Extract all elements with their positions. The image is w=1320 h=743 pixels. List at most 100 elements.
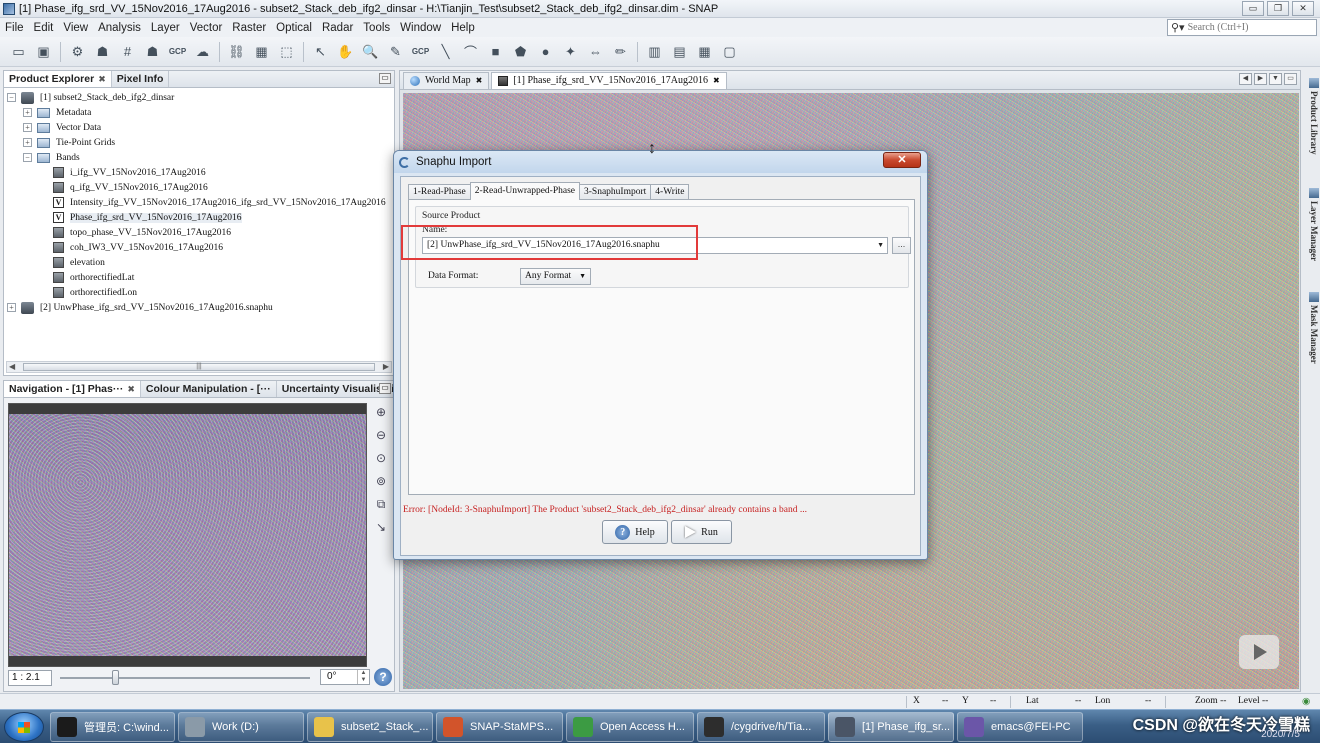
- zoom-all-icon[interactable]: ⊚: [372, 472, 390, 490]
- polygon-draw-icon[interactable]: ⬟: [511, 42, 531, 62]
- range-finder-icon[interactable]: ⇔: [586, 42, 606, 62]
- zoom-slider-knob[interactable]: [112, 670, 119, 685]
- pencil-icon[interactable]: ✏: [611, 42, 631, 62]
- mask-icon[interactable]: ☁: [193, 42, 213, 62]
- rotation-angle-field[interactable]: 0° ▲ ▼: [320, 669, 370, 685]
- tab-read-phase[interactable]: 1-Read-Phase: [408, 184, 471, 200]
- menu-view[interactable]: View: [58, 22, 93, 34]
- mask-manager-side-tab[interactable]: Mask Manager: [1304, 292, 1319, 364]
- menu-window[interactable]: Window: [395, 22, 446, 34]
- layer-manager-side-tab[interactable]: Layer Manager: [1304, 188, 1319, 261]
- menu-tools[interactable]: Tools: [358, 22, 395, 34]
- dialog-title-bar[interactable]: Snaphu Import ✕: [394, 151, 927, 173]
- tree-product-2[interactable]: + [2] UnwPhase_ifg_srd_VV_15Nov2016_17Aug…: [7, 300, 273, 315]
- filter-icon[interactable]: ☗: [93, 42, 113, 62]
- taskbar-item-cmd[interactable]: 管理员: C:\wind...: [50, 712, 175, 742]
- video-play-icon[interactable]: [1239, 635, 1279, 669]
- next-document-icon[interactable]: ▶: [1254, 73, 1267, 85]
- select-tool-icon[interactable]: ↖: [311, 42, 331, 62]
- prev-document-icon[interactable]: ◀: [1239, 73, 1252, 85]
- minimize-button[interactable]: ▭: [1242, 1, 1264, 16]
- document-list-icon[interactable]: ▼: [1269, 73, 1282, 85]
- menu-optical[interactable]: Optical: [271, 22, 317, 34]
- tree-bands[interactable]: − Bands: [23, 150, 80, 165]
- pin-tool-icon[interactable]: ✎: [386, 42, 406, 62]
- close-tab-icon[interactable]: ✖: [98, 72, 106, 87]
- magic-wand-icon[interactable]: ✦: [561, 42, 581, 62]
- dialog-close-button[interactable]: ✕: [883, 152, 921, 168]
- data-format-select[interactable]: Any Format ▼: [520, 268, 591, 285]
- zoom-out-icon[interactable]: ⊖: [372, 426, 390, 444]
- scroll-right-icon[interactable]: ▶: [383, 362, 389, 371]
- close-tab-icon[interactable]: ✖: [713, 73, 720, 89]
- tree-band-item[interactable]: q_ifg_VV_15Nov2016_17Aug2016: [53, 180, 208, 195]
- tile-vertical-icon[interactable]: ▤: [670, 42, 690, 62]
- tab-phase-image[interactable]: [1] Phase_ifg_srd_VV_15Nov2016_17Aug2016…: [491, 72, 727, 89]
- close-tab-icon[interactable]: ✖: [476, 73, 483, 89]
- zoom-factor-field[interactable]: 1 : 2.1: [8, 670, 52, 686]
- browse-product-button[interactable]: ...: [892, 237, 911, 254]
- zoom-in-icon[interactable]: ⊕: [372, 403, 390, 421]
- line-draw-icon[interactable]: ╲: [436, 42, 456, 62]
- help-icon[interactable]: ?: [374, 668, 392, 686]
- menu-analysis[interactable]: Analysis: [93, 22, 146, 34]
- sync-views-icon[interactable]: ⧉: [372, 495, 390, 513]
- tree-band-item[interactable]: coh_IW3_VV_15Nov2016_17Aug2016: [53, 240, 223, 255]
- batch-processing-icon[interactable]: ▦: [252, 42, 272, 62]
- close-tab-icon[interactable]: ✖: [127, 382, 135, 397]
- gcp-placing-icon[interactable]: GCP: [411, 42, 431, 62]
- pan-tool-icon[interactable]: ✋: [336, 42, 356, 62]
- maximize-button[interactable]: ❐: [1267, 1, 1289, 16]
- spinner-icon[interactable]: ▲ ▼: [357, 670, 369, 684]
- tab-navigation[interactable]: Navigation - [1] Phas··· ✖: [4, 381, 141, 397]
- gcp-tool-icon[interactable]: GCP: [168, 42, 188, 62]
- taskbar-item-cygwin[interactable]: /cygdrive/h/Tia...: [697, 712, 825, 742]
- menu-radar[interactable]: Radar: [317, 22, 358, 34]
- menu-file[interactable]: File: [0, 22, 29, 34]
- tab-colour-manipulation[interactable]: Colour Manipulation - [···: [141, 381, 277, 397]
- taskbar-item-chrome[interactable]: Open Access H...: [566, 712, 694, 742]
- tree-band-item[interactable]: topo_phase_VV_15Nov2016_17Aug2016: [53, 225, 231, 240]
- tab-product-explorer[interactable]: Product Explorer ✖: [4, 71, 112, 87]
- graph-builder-icon[interactable]: ⛓: [227, 42, 247, 62]
- taskbar-item-powerpoint[interactable]: SNAP-StaMPS...: [436, 712, 563, 742]
- menu-raster[interactable]: Raster: [227, 22, 271, 34]
- menu-vector[interactable]: Vector: [185, 22, 228, 34]
- close-window-button[interactable]: ✕: [1292, 1, 1314, 16]
- help-button[interactable]: ? Help: [602, 520, 668, 544]
- taskbar-item-explorer[interactable]: Work (D:): [178, 712, 304, 742]
- band-maths-icon[interactable]: ⚙: [68, 42, 88, 62]
- open-product-icon[interactable]: ▭: [9, 42, 29, 62]
- ellipse-draw-icon[interactable]: ●: [536, 42, 556, 62]
- scroll-thumb[interactable]: |||: [23, 363, 375, 371]
- start-button[interactable]: [4, 712, 44, 742]
- search-input[interactable]: [1187, 22, 1308, 33]
- scroll-left-icon[interactable]: ◀: [9, 362, 15, 371]
- tree-product-1[interactable]: − [1] subset2_Stack_deb_ifg2_dinsar: [7, 90, 174, 105]
- rectangle-draw-icon[interactable]: ■: [486, 42, 506, 62]
- tree-vector-data[interactable]: + Vector Data: [23, 120, 101, 135]
- tree-band-item[interactable]: elevation: [53, 255, 105, 270]
- graph-icon[interactable]: ☗: [143, 42, 163, 62]
- tab-world-map[interactable]: World Map ✖: [403, 72, 490, 89]
- menu-layer[interactable]: Layer: [146, 22, 185, 34]
- sync-cursor-icon[interactable]: ↘: [372, 518, 390, 536]
- grid-icon[interactable]: #: [118, 42, 138, 62]
- tab-snaphu-import[interactable]: 3-SnaphuImport: [579, 184, 652, 200]
- tile-horizontal-icon[interactable]: ▥: [645, 42, 665, 62]
- horizontal-scrollbar[interactable]: ◀ ||| ▶: [6, 361, 392, 373]
- zoom-tool-icon[interactable]: 🔍: [361, 42, 381, 62]
- polyline-draw-icon[interactable]: ⌒: [461, 42, 481, 62]
- navigation-overview-image[interactable]: [8, 403, 367, 667]
- tree-band-item[interactable]: orthorectifiedLat: [53, 270, 134, 285]
- tree-band-item-selected[interactable]: V Phase_ifg_srd_VV_15Nov2016_17Aug2016: [53, 210, 242, 225]
- tree-band-item[interactable]: orthorectifiedLon: [53, 285, 137, 300]
- zoom-slider[interactable]: [60, 677, 310, 679]
- tree-band-item[interactable]: V Intensity_ifg_VV_15Nov2016_17Aug2016_if…: [53, 195, 386, 210]
- taskbar-item-emacs[interactable]: emacs@FEI-PC: [957, 712, 1083, 742]
- menu-help[interactable]: Help: [446, 22, 480, 34]
- run-button[interactable]: Run: [671, 520, 732, 544]
- maximize-document-icon[interactable]: ▭: [1284, 73, 1297, 85]
- save-product-icon[interactable]: ▣: [34, 42, 54, 62]
- tab-read-unwrapped-phase[interactable]: 2-Read-Unwrapped-Phase: [469, 182, 581, 200]
